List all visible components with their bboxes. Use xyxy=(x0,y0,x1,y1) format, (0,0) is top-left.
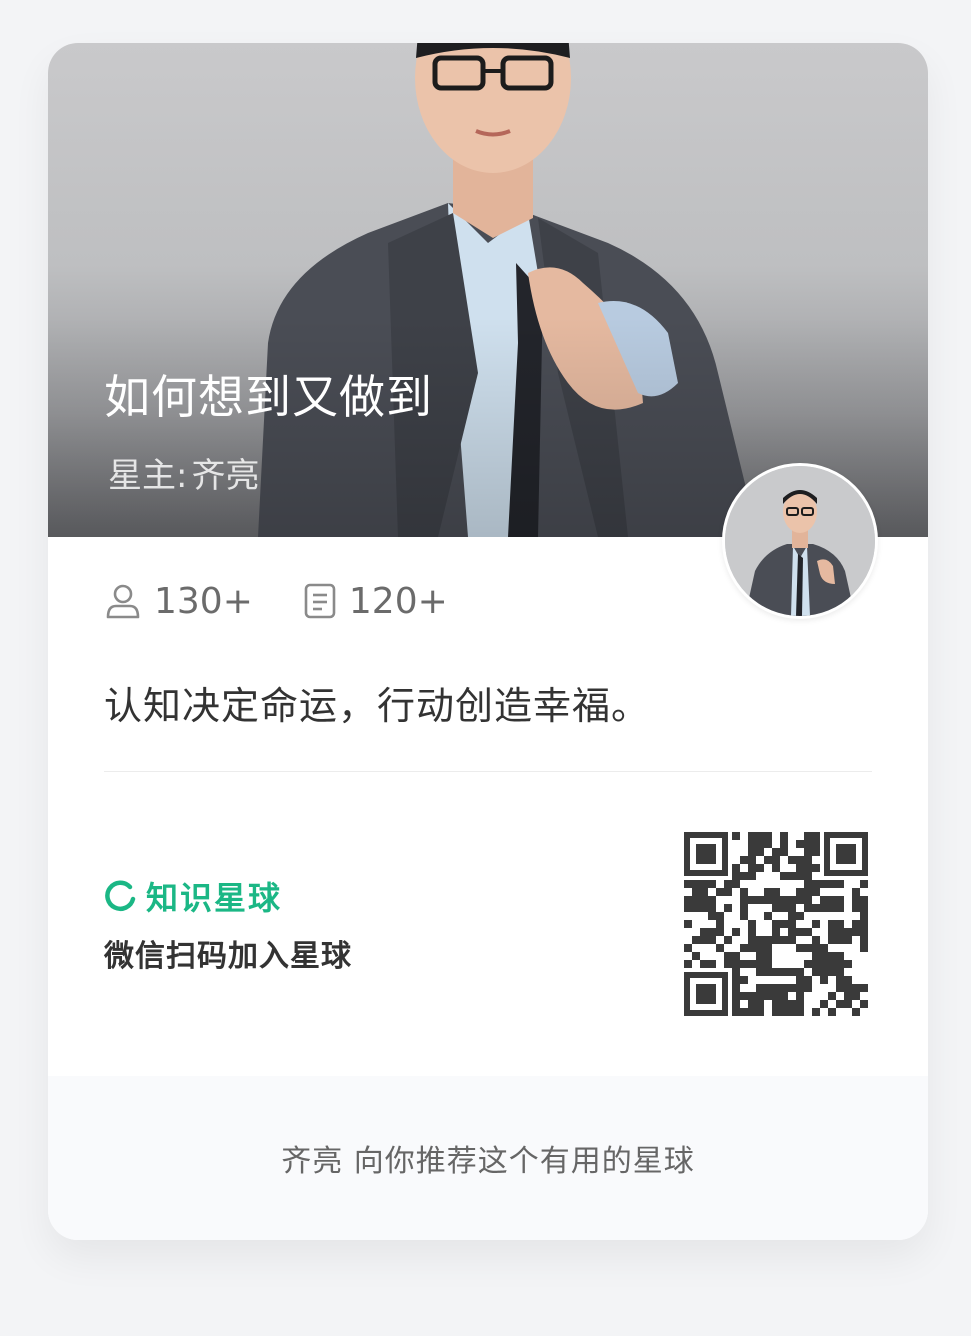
post-count-value: 120+ xyxy=(348,580,448,622)
planet-share-card: 如何想到又做到 星主: 齐亮 130+ 120+ 认知决定命运，行动创造幸福。 … xyxy=(48,43,928,1240)
knowledge-planet-logo-icon xyxy=(105,880,136,911)
scan-instruction: 微信扫码加入星球 xyxy=(104,939,352,974)
planet-description: 认知决定命运，行动创造幸福。 xyxy=(104,684,651,728)
owner-avatar[interactable] xyxy=(722,463,878,619)
post-count: 120+ xyxy=(303,581,448,622)
planet-owner: 星主: 齐亮 xyxy=(104,448,259,497)
divider xyxy=(104,771,872,772)
brand-name: 知识星球 xyxy=(146,879,283,917)
brand-logo: 知识星球 xyxy=(104,873,282,919)
recommend-text: 齐亮 向你推荐这个有用的星球 xyxy=(281,1144,695,1179)
member-count-value: 130+ xyxy=(154,580,253,622)
document-icon xyxy=(304,583,336,619)
planet-title: 如何想到又做到 xyxy=(104,370,433,424)
user-icon xyxy=(106,584,140,619)
avatar-image xyxy=(725,466,875,616)
recommend-footer: 齐亮 向你推荐这个有用的星球 xyxy=(48,1076,928,1240)
qr-code[interactable] xyxy=(684,832,868,1016)
owner-name: 齐亮 xyxy=(191,456,260,496)
owner-prefix: 星主: xyxy=(108,456,188,496)
member-count: 130+ xyxy=(104,581,253,622)
planet-stats: 130+ 120+ xyxy=(104,579,498,623)
